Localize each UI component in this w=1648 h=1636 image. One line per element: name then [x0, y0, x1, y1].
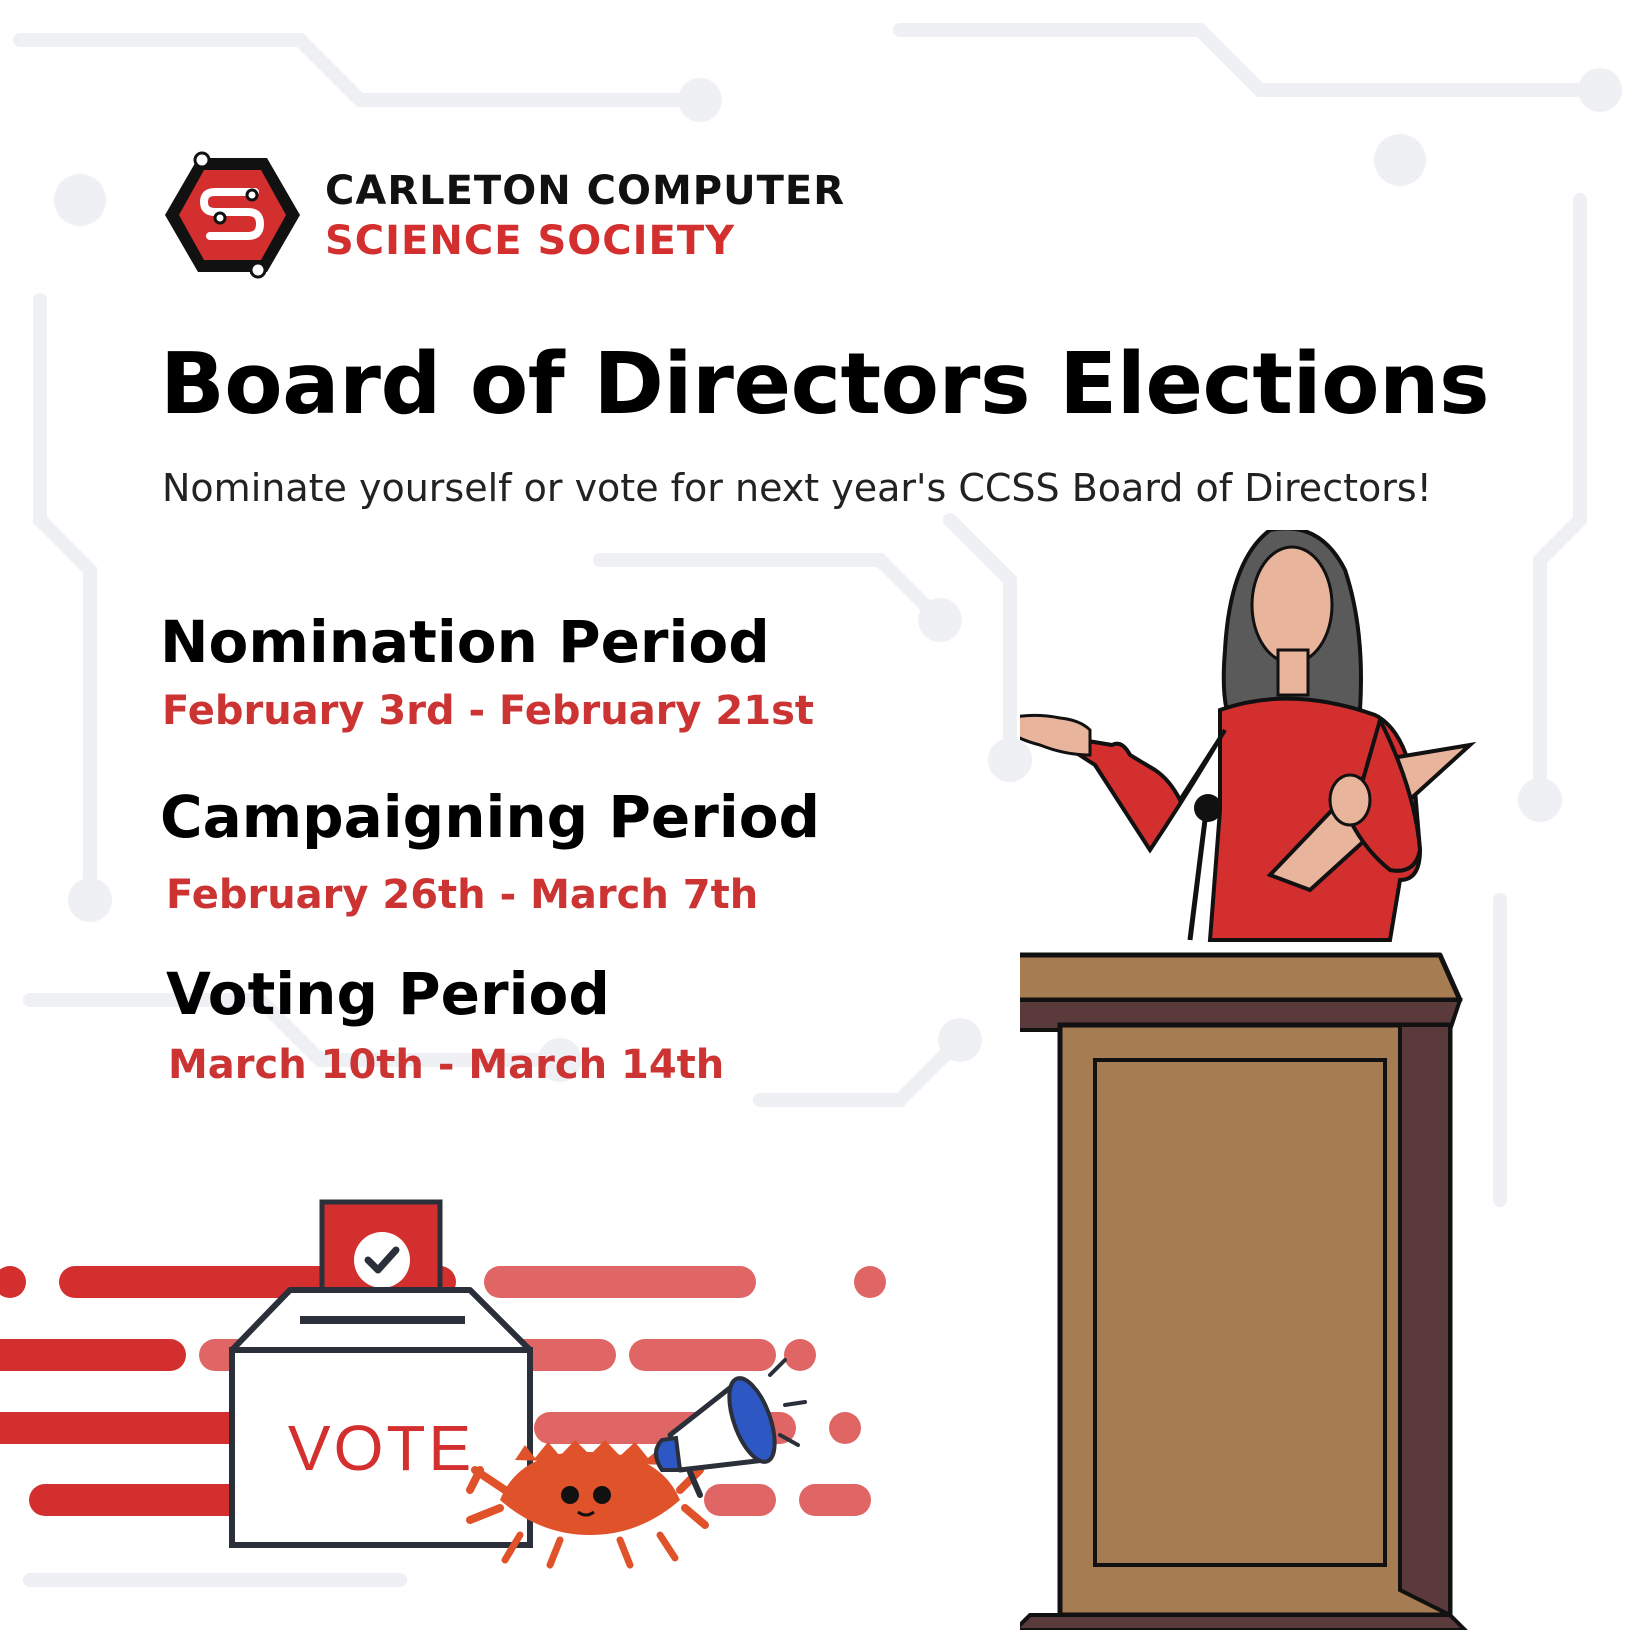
ccss-hexagon-logo-icon [165, 151, 300, 279]
subtitle: Nominate yourself or vote for next year'… [162, 466, 1432, 510]
page-title: Board of Directors Elections [160, 335, 1490, 434]
nomination-period-dates: February 3rd - February 21st [162, 688, 815, 734]
ballot-illustration: VOTE [0, 1199, 886, 1569]
org-name-line1: CARLETON COMPUTER [325, 168, 845, 214]
ballot-box-label: VOTE [288, 1412, 474, 1484]
nomination-period-title: Nomination Period [160, 608, 770, 676]
ballot-box-icon: VOTE [229, 1199, 533, 1548]
voting-period-title: Voting Period [166, 960, 610, 1028]
campaigning-period-dates: February 26th - March 7th [166, 872, 759, 918]
campaigning-period-title: Campaigning Period [160, 783, 821, 851]
speaker-at-podium-icon [1020, 530, 1477, 1630]
org-name-line2: SCIENCE SOCIETY [325, 218, 736, 264]
voting-period-dates: March 10th - March 14th [168, 1042, 725, 1088]
